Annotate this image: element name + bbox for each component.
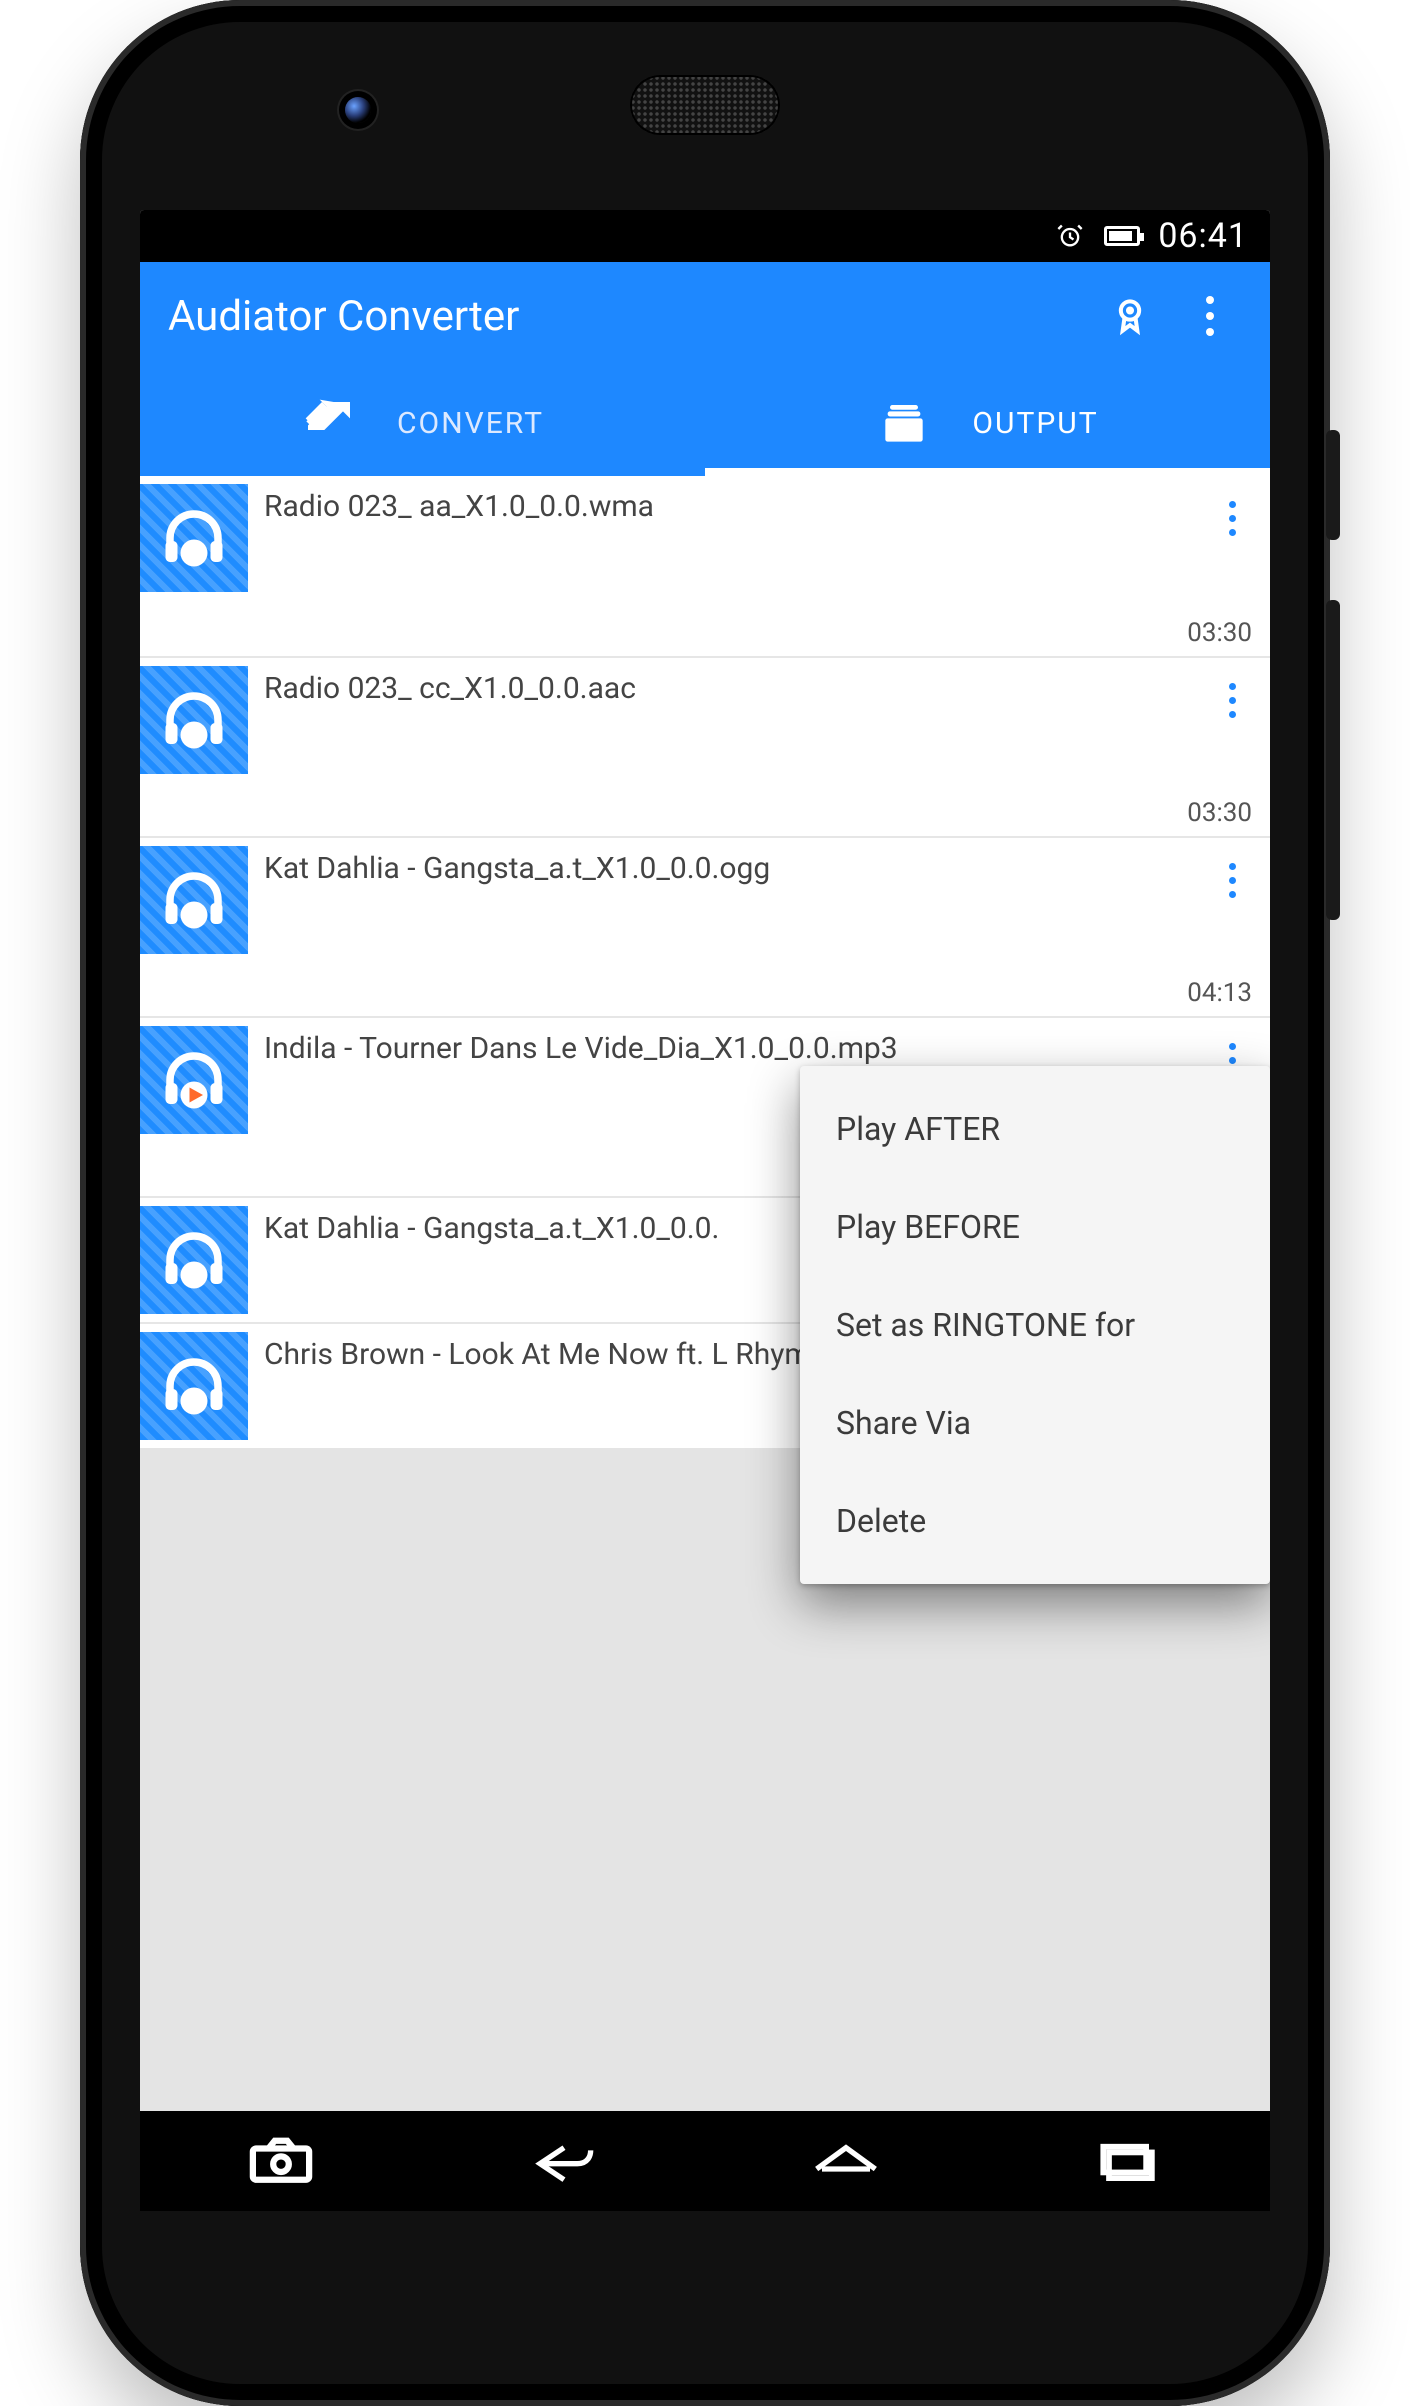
- item-more-button[interactable]: [1208, 676, 1256, 724]
- audio-icon[interactable]: [140, 666, 248, 774]
- nav-capture[interactable]: [201, 2131, 361, 2191]
- menu-delete[interactable]: Delete: [800, 1472, 1270, 1570]
- file-duration: 04:13: [1187, 978, 1252, 1008]
- audio-icon[interactable]: [140, 846, 248, 954]
- tab-convert[interactable]: CONVERT: [140, 370, 705, 476]
- phone-frame: 06:41 Audiator Converter: [80, 0, 1330, 2406]
- tab-output[interactable]: OUTPUT: [705, 370, 1270, 476]
- overflow-icon: [1206, 296, 1214, 336]
- tab-convert-label: CONVERT: [397, 406, 544, 441]
- item-more-button[interactable]: [1208, 856, 1256, 904]
- nav-back[interactable]: [484, 2131, 644, 2191]
- more-icon: [1229, 863, 1236, 898]
- app-title: Audiator Converter: [168, 292, 1090, 341]
- context-menu: Play AFTER Play BEFORE Set as RINGTONE f…: [800, 1066, 1270, 1584]
- more-icon: [1229, 683, 1236, 718]
- file-title: Kat Dahlia - Gangsta_a.t_X1.0_0.0.ogg: [264, 850, 1180, 888]
- more-icon: [1229, 501, 1236, 536]
- output-list[interactable]: Radio 023_ aa_X1.0_0.0.wma 03:30 Radio 0…: [140, 476, 1270, 2116]
- menu-play-before[interactable]: Play BEFORE: [800, 1178, 1270, 1276]
- convert-icon: [301, 395, 357, 451]
- file-title: Radio 023_ aa_X1.0_0.0.wma: [264, 488, 1180, 526]
- audio-icon[interactable]: [140, 484, 248, 592]
- list-item[interactable]: Radio 023_ cc_X1.0_0.0.aac 03:30: [140, 656, 1270, 836]
- app-bar: Audiator Converter: [140, 262, 1270, 370]
- android-nav-bar: [140, 2111, 1270, 2211]
- nav-recents[interactable]: [1049, 2131, 1209, 2191]
- battery-icon: [1104, 226, 1140, 246]
- tab-output-label: OUTPUT: [972, 406, 1098, 441]
- file-duration: 03:30: [1187, 618, 1252, 648]
- menu-play-after[interactable]: Play AFTER: [800, 1080, 1270, 1178]
- file-title: Indila - Tourner Dans Le Vide_Dia_X1.0_0…: [264, 1030, 1180, 1068]
- list-item[interactable]: Kat Dahlia - Gangsta_a.t_X1.0_0.0.ogg 04…: [140, 836, 1270, 1016]
- status-bar: 06:41: [140, 210, 1270, 262]
- audio-icon[interactable]: [140, 1332, 248, 1440]
- audio-icon[interactable]: [140, 1026, 248, 1134]
- earpiece: [630, 75, 780, 135]
- file-title: Radio 023_ cc_X1.0_0.0.aac: [264, 670, 1180, 708]
- menu-set-ringtone[interactable]: Set as RINGTONE for: [800, 1276, 1270, 1374]
- output-icon: [876, 395, 932, 451]
- alarm-icon: [1054, 220, 1086, 252]
- status-time: 06:41: [1158, 216, 1248, 256]
- front-camera: [345, 97, 371, 123]
- file-duration: 03:30: [1187, 798, 1252, 828]
- item-more-button[interactable]: [1208, 494, 1256, 542]
- volume-button: [1326, 600, 1340, 920]
- overflow-button[interactable]: [1170, 276, 1250, 356]
- power-button: [1326, 430, 1340, 540]
- screen: 06:41 Audiator Converter: [140, 210, 1270, 2116]
- badge-button[interactable]: [1090, 276, 1170, 356]
- list-item[interactable]: Radio 023_ aa_X1.0_0.0.wma 03:30: [140, 476, 1270, 656]
- menu-share-via[interactable]: Share Via: [800, 1374, 1270, 1472]
- audio-icon[interactable]: [140, 1206, 248, 1314]
- nav-home[interactable]: [766, 2131, 926, 2191]
- tab-bar: CONVERT OUTPUT: [140, 370, 1270, 476]
